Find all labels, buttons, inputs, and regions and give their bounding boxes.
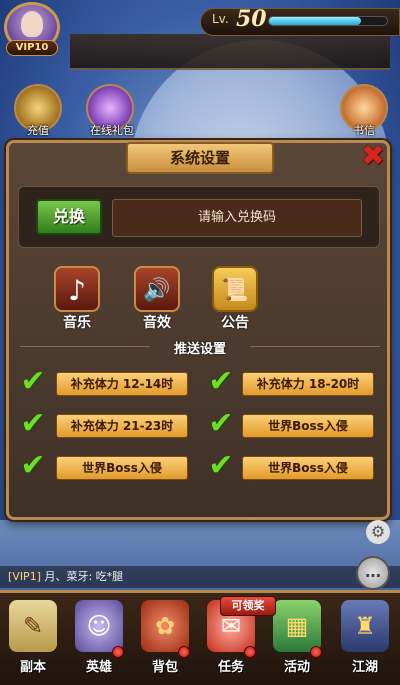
checkmark-icon[interactable]: ✔ [18, 409, 48, 439]
chat-message: 月、菜牙: 吃*腿 [40, 570, 124, 583]
scroll-notice-icon[interactable]: 📜 [212, 266, 258, 312]
sound-effects-label: 音效 [143, 315, 171, 331]
nav-label: 副本 [19, 660, 46, 675]
nav-item-dungeon[interactable]: ✎ 副本 [4, 600, 62, 680]
redeem-button[interactable]: 兑换 [36, 199, 102, 235]
letter-label: 书信 [353, 124, 375, 137]
xp-bar-fill [269, 17, 362, 25]
gear-icon[interactable]: ⚙ [366, 520, 390, 544]
vip-badge: VIP10 [6, 40, 58, 56]
bag-icon: ✿ [141, 600, 189, 652]
hero-portrait-icon: ☺ [75, 600, 123, 652]
nav-label: 背包 [151, 660, 178, 675]
redeem-code-input[interactable]: 请输入兑换码 [112, 199, 362, 237]
nav-item-events[interactable]: ▦ 活动 [268, 600, 326, 680]
recharge-label: 充值 [27, 124, 49, 137]
chat-vip-tag: [VIP1] [8, 570, 41, 583]
notice-label: 公告 [221, 315, 249, 331]
push-settings-title: 推送设置 [173, 342, 226, 357]
chat-bar[interactable]: [VIP1] 月、菜牙: 吃*腿 [0, 566, 400, 588]
nav-item-jianghu[interactable]: ♜ 江湖 [336, 600, 394, 680]
push-option-button[interactable]: 补充体力 21-23时 [56, 414, 188, 438]
tower-icon: ♜ [341, 600, 389, 652]
dialog-title: 系统设置 [126, 142, 274, 174]
checkmark-icon[interactable]: ✔ [206, 367, 236, 397]
reward-available-badge[interactable]: 可领奖 [220, 596, 276, 616]
nav-item-bag[interactable]: ✿ 背包 [136, 600, 194, 680]
chat-bubble-icon[interactable]: … [356, 556, 390, 590]
online-gift-label: 在线礼包 [90, 124, 134, 137]
level-label: Lv. [212, 12, 229, 26]
map-scroll-icon: ✎ [9, 600, 57, 652]
push-option-button[interactable]: 补充体力 12-14时 [56, 372, 188, 396]
close-icon[interactable]: ✖ [356, 141, 390, 171]
divider-right [250, 346, 380, 347]
push-option-button[interactable]: 世界Boss入侵 [56, 456, 188, 480]
nav-label: 英雄 [85, 660, 112, 675]
top-resource-bar [70, 34, 390, 70]
level-value: 50 [236, 6, 267, 32]
music-label: 音乐 [63, 315, 91, 331]
nav-label: 活动 [283, 660, 310, 675]
scene-ground [0, 520, 400, 600]
nav-item-heroes[interactable]: ☺ 英雄 [70, 600, 128, 680]
push-option-button[interactable]: 世界Boss入侵 [242, 456, 374, 480]
music-note-icon[interactable]: ♪ [54, 266, 100, 312]
checkmark-icon[interactable]: ✔ [206, 451, 236, 481]
push-option-button[interactable]: 世界Boss入侵 [242, 414, 374, 438]
xp-bar [268, 16, 388, 26]
nav-label: 江湖 [351, 660, 378, 675]
event-box-icon: ▦ [273, 600, 321, 652]
checkmark-icon[interactable]: ✔ [18, 451, 48, 481]
speaker-icon[interactable]: 🔊 [134, 266, 180, 312]
push-option-button[interactable]: 补充体力 18-20时 [242, 372, 374, 396]
checkmark-icon[interactable]: ✔ [18, 367, 48, 397]
nav-label: 任务 [217, 660, 244, 675]
checkmark-icon[interactable]: ✔ [206, 409, 236, 439]
